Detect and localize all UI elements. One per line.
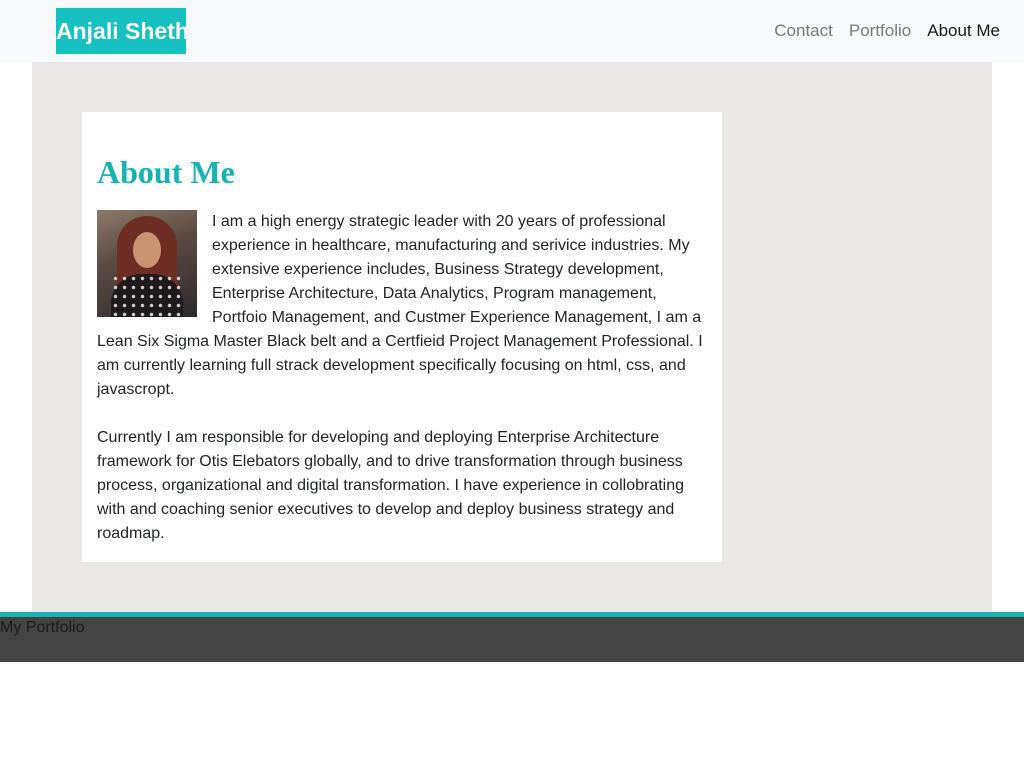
nav-link-portfolio[interactable]: Portfolio [849,21,911,41]
navbar: Anjali Sheth Contact Portfolio About Me [0,0,1024,62]
nav-link-contact[interactable]: Contact [774,21,833,41]
footer-text: My Portfolio [0,619,85,636]
about-heading: About Me [97,154,235,190]
brand-logo[interactable]: Anjali Sheth [56,8,186,54]
about-paragraph-2: Currently I am responsible for developin… [97,429,685,542]
nav-links: Contact Portfolio About Me [774,0,1000,62]
footer: My Portfolio [0,617,1024,662]
about-card: About Me I am a high energy strategic le… [82,112,722,562]
main-section: About Me I am a high energy strategic le… [32,62,992,612]
nav-link-about-me[interactable]: About Me [927,21,1000,41]
profile-photo [97,210,197,317]
